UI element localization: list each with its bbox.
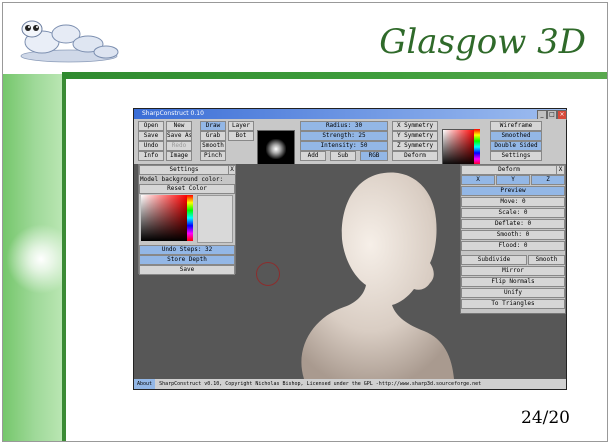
settings-button[interactable]: Settings [490,151,542,161]
settings-close-icon[interactable]: X [228,165,236,175]
save-settings-button[interactable]: Save [139,265,235,275]
color-picker[interactable] [442,129,476,167]
unify-button[interactable]: Unify [461,288,565,298]
smooth-button[interactable]: Smooth [528,255,565,265]
header-rule [62,72,608,79]
mirror-button[interactable]: Mirror [461,266,565,276]
move-slider[interactable]: Move: 0 [461,197,565,207]
grab-tool[interactable]: Grab [200,131,226,141]
flip-normals-button[interactable]: Flip Normals [461,277,565,287]
about-button[interactable]: About [134,379,156,389]
pebbles-logo [20,20,119,63]
open-button[interactable]: Open [138,121,164,131]
settings-panel: Settings X Model background color: Reset… [138,164,236,275]
save-button[interactable]: Save [138,131,164,141]
page-number: 24/20 [521,408,570,428]
bg-hue-slider[interactable] [187,195,193,241]
layer-tool[interactable]: Layer [228,121,254,131]
deform-panel: Deform X X Y Z Preview Move: 0 Scale: 0 … [460,164,566,314]
intensity-slider[interactable]: Intensity: 50 [300,141,388,151]
status-text: SharpConstruct v0.10, Copyright Nicholas… [159,381,482,387]
smooth-slider[interactable]: Smooth: 0 [461,230,565,240]
settings-panel-title: Settings [139,165,229,175]
undo-steps-slider[interactable]: Undo Steps: 32 [139,245,235,255]
store-depth-button[interactable]: Store Depth [139,255,235,265]
bg-color-picker[interactable] [141,195,187,241]
deform-button[interactable]: Deform [392,151,438,161]
slide-title: Glasgow 3D [379,22,586,62]
app-window: SharpConstruct 0.10 _ □ × Open New Save … [133,108,567,390]
axis-x-button[interactable]: X [461,175,495,185]
strength-slider[interactable]: Strength: 25 [300,131,388,141]
new-button[interactable]: New [166,121,192,131]
sub-mode-button[interactable]: Sub [330,151,356,161]
axis-y-button[interactable]: Y [496,175,530,185]
bg-color-swatch [197,195,233,243]
redo-button[interactable]: Redo [166,141,192,151]
z-symmetry-toggle[interactable]: Z Symmetry [392,141,438,151]
rgb-mode-button[interactable]: RGB [360,151,388,161]
double-sided-toggle[interactable]: Double Sided [490,141,542,151]
subdivide-button[interactable]: Subdivide [461,255,527,265]
window-title: SharpConstruct 0.10 [142,110,204,117]
radius-slider[interactable]: Radius: 30 [300,121,388,131]
deform-panel-title: Deform [461,165,557,175]
y-symmetry-toggle[interactable]: Y Symmetry [392,131,438,141]
scale-slider[interactable]: Scale: 0 [461,208,565,218]
pinch-tool[interactable]: Pinch [200,151,226,161]
deflate-slider[interactable]: Deflate: 0 [461,219,565,229]
add-mode-button[interactable]: Add [300,151,326,161]
smoothed-toggle[interactable]: Smoothed [490,131,542,141]
brush-shape-icon [266,139,286,159]
brush-cursor [256,262,280,286]
draw-tool[interactable]: Draw [200,121,226,131]
bot-tool[interactable]: Bot [228,131,254,141]
wireframe-toggle[interactable]: Wireframe [490,121,542,131]
window-titlebar[interactable]: SharpConstruct 0.10 [134,109,566,119]
image-button[interactable]: Image [166,151,192,161]
left-rule [62,79,66,442]
smooth-tool[interactable]: Smooth [200,141,226,151]
hue-slider[interactable] [474,129,480,165]
reset-color-button[interactable]: Reset Color [139,184,235,194]
save-as-button[interactable]: Save As [166,131,192,141]
sculpted-head-model [301,172,454,379]
to-triangles-button[interactable]: To Triangles [461,299,565,309]
status-bar: About SharpConstruct v0.10, Copyright Nic… [134,379,566,389]
x-symmetry-toggle[interactable]: X Symmetry [392,121,438,131]
info-button[interactable]: Info [138,151,164,161]
deform-close-icon[interactable]: X [556,165,565,175]
axis-z-button[interactable]: Z [531,175,565,185]
toolbar: Open New Save Save As Undo Redo Info Ima… [134,119,566,168]
slide-left-band [2,74,76,442]
undo-button[interactable]: Undo [138,141,164,151]
preview-button[interactable]: Preview [461,186,565,196]
brush-preview [257,130,295,168]
flood-slider[interactable]: Flood: 0 [461,241,565,251]
